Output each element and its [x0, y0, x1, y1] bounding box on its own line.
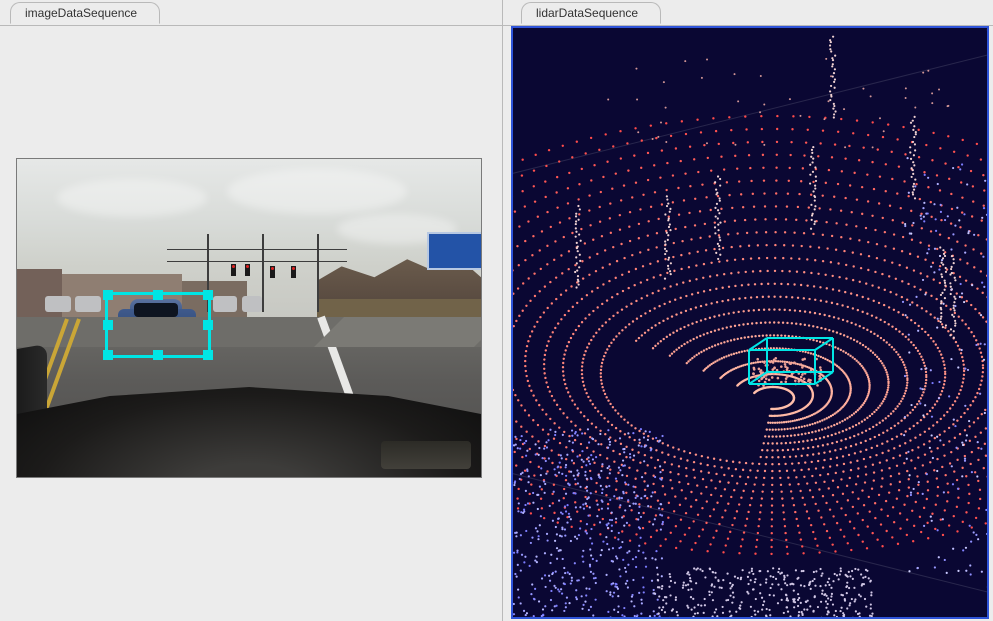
lidar-panel: lidarDataSequence — [503, 0, 993, 621]
bbox-handle-top-center[interactable] — [153, 290, 163, 300]
bbox-handle-top-left[interactable] — [103, 290, 113, 300]
bbox-handle-mid-left[interactable] — [103, 320, 113, 330]
image-panel: imageDataSequence — [0, 0, 503, 621]
camera-scene — [17, 159, 481, 477]
bbox-handle-mid-right[interactable] — [203, 320, 213, 330]
tab-lidar-data-sequence[interactable]: lidarDataSequence — [521, 2, 661, 24]
tab-baseline — [503, 25, 993, 26]
lidar-point-cloud — [513, 28, 987, 617]
lidar-tab-strip: lidarDataSequence — [503, 2, 993, 26]
bbox-handle-top-right[interactable] — [203, 290, 213, 300]
cuboid-3d[interactable] — [749, 338, 833, 384]
bounding-box-2d[interactable] — [105, 292, 211, 358]
lidar-viewport[interactable] — [511, 26, 989, 619]
tab-baseline — [0, 25, 502, 26]
image-tab-strip: imageDataSequence — [0, 2, 502, 26]
split-container: imageDataSequence — [0, 0, 993, 621]
camera-image-viewport[interactable] — [16, 158, 482, 478]
bbox-handle-bottom-right[interactable] — [203, 350, 213, 360]
bbox-handle-bottom-center[interactable] — [153, 350, 163, 360]
bbox-handle-bottom-left[interactable] — [103, 350, 113, 360]
tab-label: imageDataSequence — [25, 6, 137, 20]
tab-image-data-sequence[interactable]: imageDataSequence — [10, 2, 160, 24]
tab-label: lidarDataSequence — [536, 6, 638, 20]
